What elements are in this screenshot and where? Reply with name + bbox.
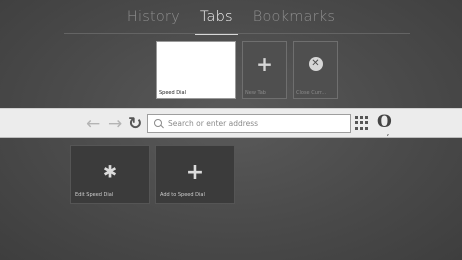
close-current-tab-button[interactable]: ✕ Close Curr... [293, 41, 338, 99]
current-tab-thumbnail[interactable]: Speed Dial [156, 41, 236, 99]
search-field[interactable] [147, 114, 351, 133]
arrow-left-icon[interactable]: ← [86, 114, 100, 134]
edit-speed-dial-tile[interactable]: ✱ Edit Speed Dial [70, 145, 150, 204]
search-icon [154, 118, 164, 129]
new-tab-label: New Tab [245, 90, 266, 96]
current-tab-label: Speed Dial [159, 90, 186, 96]
gear-icon: ✱ [102, 162, 118, 183]
tab-tabs[interactable]: Tabs [194, 0, 238, 35]
grid-menu-icon[interactable] [355, 116, 369, 130]
opera-logo-icon[interactable]: O, [377, 112, 392, 137]
tab-bookmarks[interactable]: Bookmarks [253, 0, 335, 34]
new-tab-button[interactable]: + New Tab [242, 41, 287, 99]
plus-icon: + [256, 52, 273, 76]
reload-icon[interactable]: ↻ [128, 114, 142, 134]
nav-divider [64, 33, 410, 34]
arrow-right-icon[interactable]: → [108, 114, 122, 134]
search-input[interactable] [168, 119, 350, 128]
close-circle-icon: ✕ [308, 57, 323, 71]
open-tabs-strip: Speed Dial + New Tab ✕ Close Curr... [156, 41, 338, 99]
tab-history[interactable]: History [127, 0, 180, 34]
add-to-speed-dial-tile[interactable]: + Add to Speed Dial [155, 145, 235, 204]
edit-speed-dial-label: Edit Speed Dial [75, 192, 114, 198]
top-navigation: History Tabs Bookmarks [0, 0, 462, 35]
add-to-speed-dial-label: Add to Speed Dial [160, 192, 205, 198]
address-bar: ← → ↻ O, [0, 108, 462, 138]
plus-icon: + [185, 160, 205, 185]
speed-dial-tiles: ✱ Edit Speed Dial + Add to Speed Dial [70, 145, 235, 204]
close-current-label: Close Curr... [296, 90, 327, 96]
